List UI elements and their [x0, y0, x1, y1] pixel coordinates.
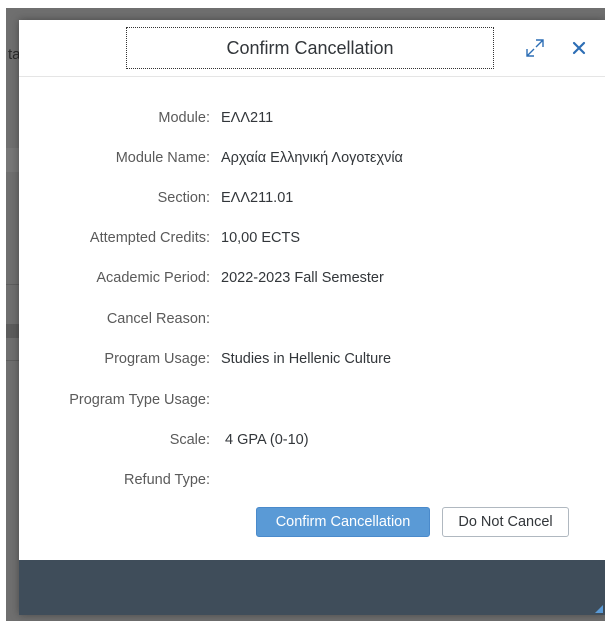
close-icon[interactable]: [565, 34, 593, 62]
confirm-cancellation-button[interactable]: Confirm Cancellation: [256, 507, 430, 537]
background-divider: [6, 284, 20, 285]
field-value: 4 GPA (0-10): [221, 432, 309, 448]
field-refund-type: Refund Type:: [19, 469, 605, 491]
background-row: [6, 148, 20, 172]
field-value: Studies in Hellenic Culture: [221, 351, 392, 367]
field-value: ΕΛΛ211: [221, 110, 274, 126]
field-value: Αρχαία Ελληνική Λογοτεχνία: [221, 150, 403, 166]
field-value: 2022-2023 Fall Semester: [221, 270, 384, 286]
field-value: 10,00 ECTS: [221, 230, 300, 246]
field-program-usage: Program Usage: Studies in Hellenic Cultu…: [19, 348, 605, 370]
field-label: Program Type Usage:: [69, 392, 210, 408]
field-scale: Scale: 4 GPA (0-10): [19, 429, 605, 451]
field-label: Program Usage:: [104, 351, 210, 367]
field-label: Section:: [157, 190, 210, 206]
field-label: Refund Type:: [124, 472, 210, 488]
field-label: Module:: [158, 110, 210, 126]
dialog-title: Confirm Cancellation: [126, 27, 494, 69]
dialog-footer: [19, 560, 605, 615]
field-attempted-credits: Attempted Credits: 10,00 ECTS: [19, 227, 605, 249]
field-label: Academic Period:: [96, 270, 210, 286]
field-label: Scale:: [169, 432, 210, 448]
field-cancel-reason: Cancel Reason:: [19, 308, 605, 330]
do-not-cancel-button[interactable]: Do Not Cancel: [442, 507, 569, 537]
background-divider: [6, 360, 20, 361]
field-academic-period: Academic Period: 2022-2023 Fall Semester: [19, 267, 605, 289]
background-row: [6, 324, 20, 338]
field-label: Module Name:: [115, 150, 210, 166]
field-program-type-usage: Program Type Usage:: [19, 389, 605, 411]
field-label: Cancel Reason:: [106, 311, 210, 327]
dialog-header: Confirm Cancellation: [19, 20, 605, 77]
confirm-cancellation-dialog: Confirm Cancellation Module: ΕΛΛ211 Modu…: [19, 20, 605, 615]
field-module: Module: ΕΛΛ211: [19, 107, 605, 129]
resize-grip-icon[interactable]: [595, 605, 603, 613]
field-module-name: Module Name: Αρχαία Ελληνική Λογοτεχνία: [19, 147, 605, 169]
resize-icon[interactable]: [521, 34, 549, 62]
field-section: Section: ΕΛΛ211.01: [19, 187, 605, 209]
field-value: ΕΛΛ211.01: [221, 190, 294, 206]
field-label: Attempted Credits:: [89, 230, 210, 246]
